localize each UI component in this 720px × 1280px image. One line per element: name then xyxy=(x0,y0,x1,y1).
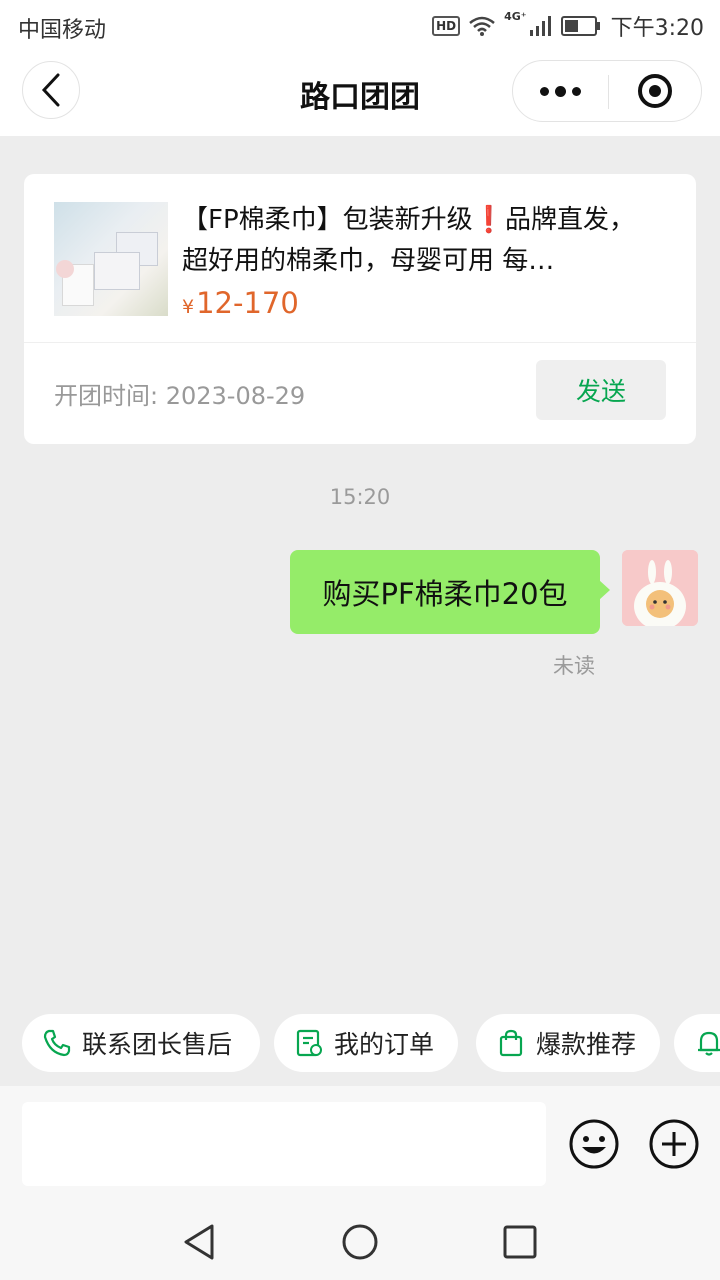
chip-label: 我的订单 xyxy=(334,1030,435,1059)
more-dot xyxy=(572,86,581,96)
carrier-label: 中国移动 xyxy=(18,18,107,43)
product-price: ¥12-170 xyxy=(182,286,299,320)
thumb-package xyxy=(94,252,140,290)
avatar[interactable] xyxy=(622,550,698,626)
price-currency: ¥ xyxy=(182,296,195,318)
emoji-smile-icon xyxy=(569,1119,619,1169)
more-dot xyxy=(555,85,566,97)
phone-icon xyxy=(43,1029,71,1057)
product-title: 【FP棉柔巾】包装新升级❗品牌直发，超好用的棉柔巾，母婴可用 每… xyxy=(182,205,636,276)
thumb-flower xyxy=(56,260,74,278)
product-thumbnail xyxy=(54,202,168,316)
input-bar xyxy=(0,1086,720,1200)
close-button[interactable] xyxy=(609,61,701,121)
bell-icon xyxy=(698,1031,720,1056)
wifi-icon xyxy=(469,16,495,36)
message-bubble[interactable]: 购买PF棉柔巾20包 xyxy=(290,550,610,634)
price-value: 12-170 xyxy=(196,286,299,320)
nav-bar: 路口团团 xyxy=(0,50,720,136)
square-recents-icon xyxy=(503,1225,537,1259)
battery-fill xyxy=(564,20,578,32)
system-nav-bar xyxy=(0,1200,720,1280)
system-recents-button[interactable] xyxy=(500,1222,540,1262)
emoji-button[interactable] xyxy=(568,1118,620,1170)
target-close-icon xyxy=(638,74,672,108)
mini-program-capsule xyxy=(512,60,702,122)
order-receipt-icon xyxy=(296,1029,322,1057)
my-orders-button[interactable]: 我的订单 xyxy=(274,1014,458,1072)
read-status: 未读 xyxy=(553,654,595,678)
chip-label: 爆款推荐 xyxy=(536,1030,637,1059)
status-icons: HD 4G⁺ 下午3:20 xyxy=(432,10,704,42)
plus-circle-icon xyxy=(649,1119,699,1169)
clock: 下午3:20 xyxy=(610,16,704,41)
message-input[interactable] xyxy=(22,1102,546,1186)
battery-icon xyxy=(560,16,600,36)
contact-leader-button[interactable]: 联系团长售后 xyxy=(22,1014,260,1072)
chip-label: 联系团长售后 xyxy=(82,1030,233,1059)
signal-icon xyxy=(529,16,551,36)
circle-home-icon xyxy=(342,1224,378,1260)
hot-picks-button[interactable]: 爆款推荐 xyxy=(476,1014,660,1072)
more-dot xyxy=(540,86,549,96)
card-divider xyxy=(24,342,696,343)
quick-actions: 联系团长售后 我的订单 爆款推荐 xyxy=(0,1014,720,1072)
plus-button[interactable] xyxy=(648,1118,700,1170)
product-card[interactable]: 【FP棉柔巾】包装新升级❗品牌直发，超好用的棉柔巾，母婴可用 每… ¥12-17… xyxy=(24,174,696,444)
group-open-time: 开团时间: 2023-08-29 xyxy=(54,382,306,410)
more-button[interactable] xyxy=(513,61,608,121)
chat-timestamp: 15:20 xyxy=(329,485,391,509)
network-type: 4G⁺ xyxy=(504,10,527,23)
notification-button[interactable] xyxy=(674,1014,720,1072)
system-home-button[interactable] xyxy=(340,1222,380,1262)
triangle-back-icon xyxy=(184,1224,214,1260)
hd-badge: HD xyxy=(432,16,461,36)
shopping-bag-icon xyxy=(499,1029,523,1057)
avatar-image xyxy=(622,550,698,626)
send-button[interactable]: 发送 xyxy=(536,360,666,420)
system-back-button[interactable] xyxy=(180,1222,220,1262)
status-bar: 中国移动 HD 4G⁺ 下午3:20 xyxy=(0,0,720,50)
